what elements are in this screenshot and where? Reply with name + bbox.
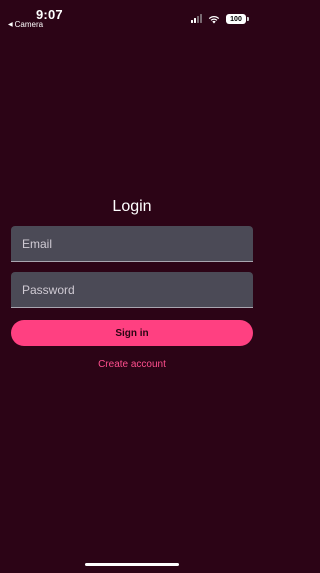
app-screen: 9:07 ◀ Camera 100 Login Email Sign in Cr… (0, 0, 264, 573)
cellular-signal-icon (191, 14, 202, 23)
page-title: Login (112, 198, 152, 215)
email-field[interactable] (11, 226, 253, 261)
password-field-container (11, 272, 253, 308)
email-field-container (11, 226, 253, 262)
back-app-label: Camera (14, 20, 44, 29)
status-bar: 9:07 ◀ Camera 100 (0, 0, 264, 30)
battery-icon: 100 (226, 14, 249, 24)
back-triangle-icon: ◀ (8, 22, 13, 28)
create-account-link[interactable]: Create account (0, 359, 264, 370)
sign-in-button[interactable]: Sign in (11, 320, 253, 346)
back-to-app-link[interactable]: ◀ Camera (8, 20, 43, 29)
password-field[interactable] (11, 272, 253, 307)
battery-level: 100 (230, 15, 242, 23)
home-indicator[interactable] (85, 563, 179, 566)
wifi-icon (208, 15, 220, 24)
status-indicators: 100 (191, 13, 249, 25)
